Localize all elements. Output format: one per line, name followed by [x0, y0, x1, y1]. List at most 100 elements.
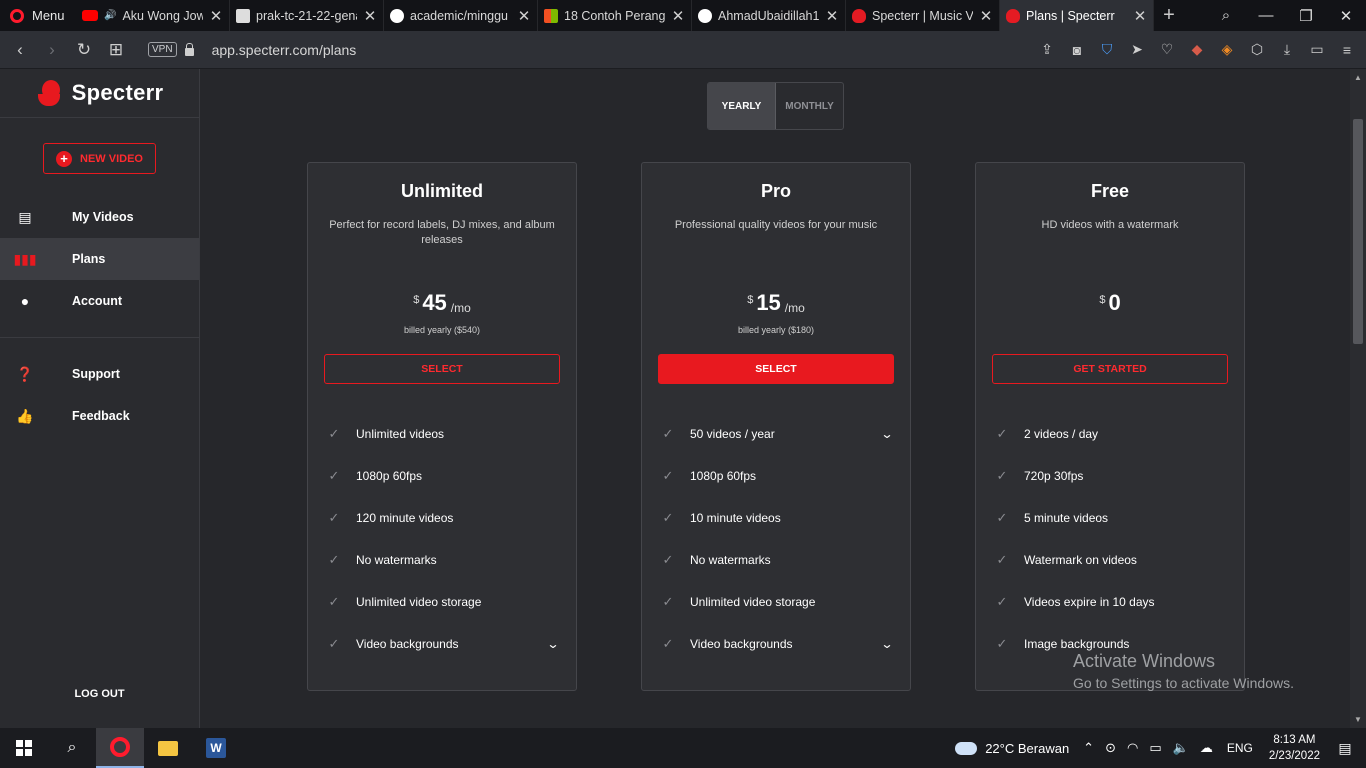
language-indicator[interactable]: ENG — [1227, 741, 1253, 755]
easy-setup-icon[interactable]: ≡ — [1334, 42, 1360, 58]
close-window-icon[interactable]: ✕ — [1326, 7, 1366, 25]
volume-icon[interactable]: 🔈 — [1173, 740, 1189, 756]
feature-item: ✓ 720p 30fps — [994, 466, 1226, 486]
battery-saver-icon[interactable]: ▭ — [1304, 41, 1330, 58]
chevron-down-icon[interactable]: ⌄ — [880, 427, 893, 441]
start-button[interactable] — [0, 728, 48, 768]
taskbar-word[interactable]: W — [192, 728, 240, 768]
plan-card-unlimited: Unlimited Perfect for record labels, DJ … — [307, 162, 577, 691]
opera-logo-icon — [10, 8, 24, 23]
chevron-up-icon[interactable]: ⌃ — [1083, 740, 1094, 756]
scrollbar-thumb[interactable] — [1353, 119, 1363, 344]
back-icon[interactable]: ‹ — [4, 40, 36, 60]
sidebar-item-feedback[interactable]: 👍 Feedback — [0, 395, 199, 437]
camera-icon[interactable]: ◙ — [1064, 42, 1090, 58]
close-tab-icon[interactable]: ✕ — [363, 7, 377, 25]
sidebar-item-account[interactable]: ● Account — [0, 280, 199, 322]
share-icon[interactable]: ➤ — [1124, 41, 1150, 58]
tab-18-contoh[interactable]: 18 Contoh Perangkat ✕ — [538, 0, 692, 31]
scroll-up-icon[interactable]: ▲ — [1354, 73, 1362, 82]
close-tab-icon[interactable]: ✕ — [1133, 7, 1147, 25]
sidebar-item-support[interactable]: ❓ Support — [0, 353, 199, 395]
weather-widget[interactable]: 22°C Berawan — [955, 741, 1069, 756]
forward-icon[interactable]: › — [36, 40, 68, 60]
billed-note: billed yearly ($180) — [737, 325, 815, 335]
meet-now-icon[interactable]: ⊙ — [1105, 740, 1116, 756]
brand-logo[interactable]: Specterr — [0, 69, 199, 118]
tab-title: Aku Wong Jowo — [122, 8, 203, 23]
close-tab-icon[interactable]: ✕ — [671, 7, 685, 25]
feature-item-expandable[interactable]: ✓ Video backgrounds ⌄ — [660, 634, 894, 654]
chevron-down-icon[interactable]: ⌄ — [880, 637, 893, 651]
restore-icon[interactable]: ❐ — [1286, 7, 1326, 25]
select-button[interactable]: SELECT — [324, 354, 560, 384]
feature-item-expandable[interactable]: ✓ 50 videos / year ⌄ — [660, 424, 894, 444]
vpn-badge[interactable]: VPN — [148, 42, 177, 57]
extension-icon[interactable]: ◆ — [1184, 41, 1210, 58]
specterr-icon — [852, 8, 866, 23]
watermark-title: Activate Windows — [1073, 651, 1216, 671]
url-field[interactable]: app.specterr.com/plans — [212, 42, 357, 58]
new-video-button[interactable]: + NEW VIDEO — [43, 143, 156, 174]
clock[interactable]: 8:13 AM 2/23/2022 — [1269, 732, 1320, 764]
shield-icon[interactable]: ⛉ — [1094, 41, 1120, 58]
taskbar-file-explorer[interactable] — [144, 728, 192, 768]
page-scrollbar[interactable]: ▲ ▼ — [1350, 69, 1366, 728]
battery-icon[interactable]: ▭ — [1149, 740, 1161, 756]
sidebar-item-plans[interactable]: ▮▮▮ Plans — [0, 238, 199, 280]
feature-item-expandable[interactable]: ✓ Video backgrounds ⌄ — [326, 634, 560, 654]
sidebar-item-label: Plans — [72, 252, 106, 266]
search-icon: ⌕ — [67, 739, 77, 756]
chevron-down-icon[interactable]: ⌄ — [546, 637, 559, 651]
check-icon: ✓ — [996, 552, 1008, 567]
notification-icon[interactable]: ▤ — [1334, 740, 1356, 757]
fox-extension-icon[interactable]: ◈ — [1214, 41, 1240, 58]
heart-icon[interactable]: ♡ — [1154, 41, 1180, 58]
wifi-icon[interactable]: ◠ — [1127, 740, 1138, 756]
close-tab-icon[interactable]: ✕ — [825, 7, 839, 25]
thumbs-icon: 👍 — [16, 407, 34, 424]
tab-prak[interactable]: prak-tc-21-22-genap ✕ — [230, 0, 384, 31]
tab-title: 18 Contoh Perangkat — [564, 8, 665, 23]
folder-icon — [158, 740, 178, 756]
close-tab-icon[interactable]: ✕ — [517, 7, 531, 25]
feature-text: 1080p 60fps — [690, 469, 757, 483]
reload-icon[interactable]: ↻ — [68, 40, 100, 60]
feature-item: ✓ 120 minute videos — [326, 508, 558, 528]
tab-specterr-music[interactable]: Specterr | Music Vi ✕ — [846, 0, 1000, 31]
logout-button[interactable]: LOG OUT — [0, 688, 199, 700]
taskbar-opera[interactable] — [96, 728, 144, 768]
tab-plans-specterr[interactable]: Plans | Specterr ✕ — [1000, 0, 1154, 31]
download-icon[interactable]: ⤓ — [1274, 41, 1300, 58]
feature-text: Videos expire in 10 days — [1024, 595, 1155, 609]
check-icon: ✓ — [662, 426, 674, 441]
cube-icon[interactable]: ⬡ — [1244, 41, 1270, 58]
close-tab-icon[interactable]: ✕ — [209, 7, 223, 25]
network-error-icon[interactable]: ☁ — [1200, 740, 1213, 756]
check-icon: ✓ — [662, 636, 674, 651]
sidebar-item-my-videos[interactable]: ▤ My Videos — [0, 196, 199, 238]
tab-grid-icon[interactable]: ⊞ — [100, 40, 132, 60]
tab-aku-wong-jowo[interactable]: 🔊 Aku Wong Jowo ✕ — [76, 0, 230, 31]
activate-windows-watermark: Activate Windows Go to Settings to activ… — [1073, 651, 1294, 691]
tab-ahmad[interactable]: AhmadUbaidillah1 ✕ — [692, 0, 846, 31]
scroll-down-icon[interactable]: ▼ — [1354, 715, 1362, 724]
lock-icon[interactable] — [184, 42, 194, 56]
currency-symbol: $ — [1099, 294, 1106, 306]
tab-academic[interactable]: academic/minggu ✕ — [384, 0, 538, 31]
send-icon[interactable]: ⇪ — [1034, 41, 1060, 58]
billing-toggle: YEARLY MONTHLY — [707, 82, 844, 130]
feature-item: ✓ Unlimited video storage — [660, 592, 892, 612]
select-button[interactable]: SELECT — [658, 354, 894, 384]
new-tab-button[interactable]: + — [1154, 4, 1184, 27]
get-started-button[interactable]: GET STARTED — [992, 354, 1228, 384]
search-tabs-icon[interactable]: ⌕ — [1206, 7, 1246, 24]
search-button[interactable]: ⌕ — [48, 728, 96, 768]
yearly-option[interactable]: YEARLY — [708, 83, 776, 129]
monthly-option[interactable]: MONTHLY — [776, 83, 843, 129]
feature-text: Video backgrounds — [690, 637, 793, 651]
minimize-icon[interactable]: — — [1246, 7, 1286, 24]
opera-menu-button[interactable]: Menu — [0, 0, 76, 31]
close-tab-icon[interactable]: ✕ — [979, 7, 993, 25]
word-icon: W — [206, 738, 226, 758]
